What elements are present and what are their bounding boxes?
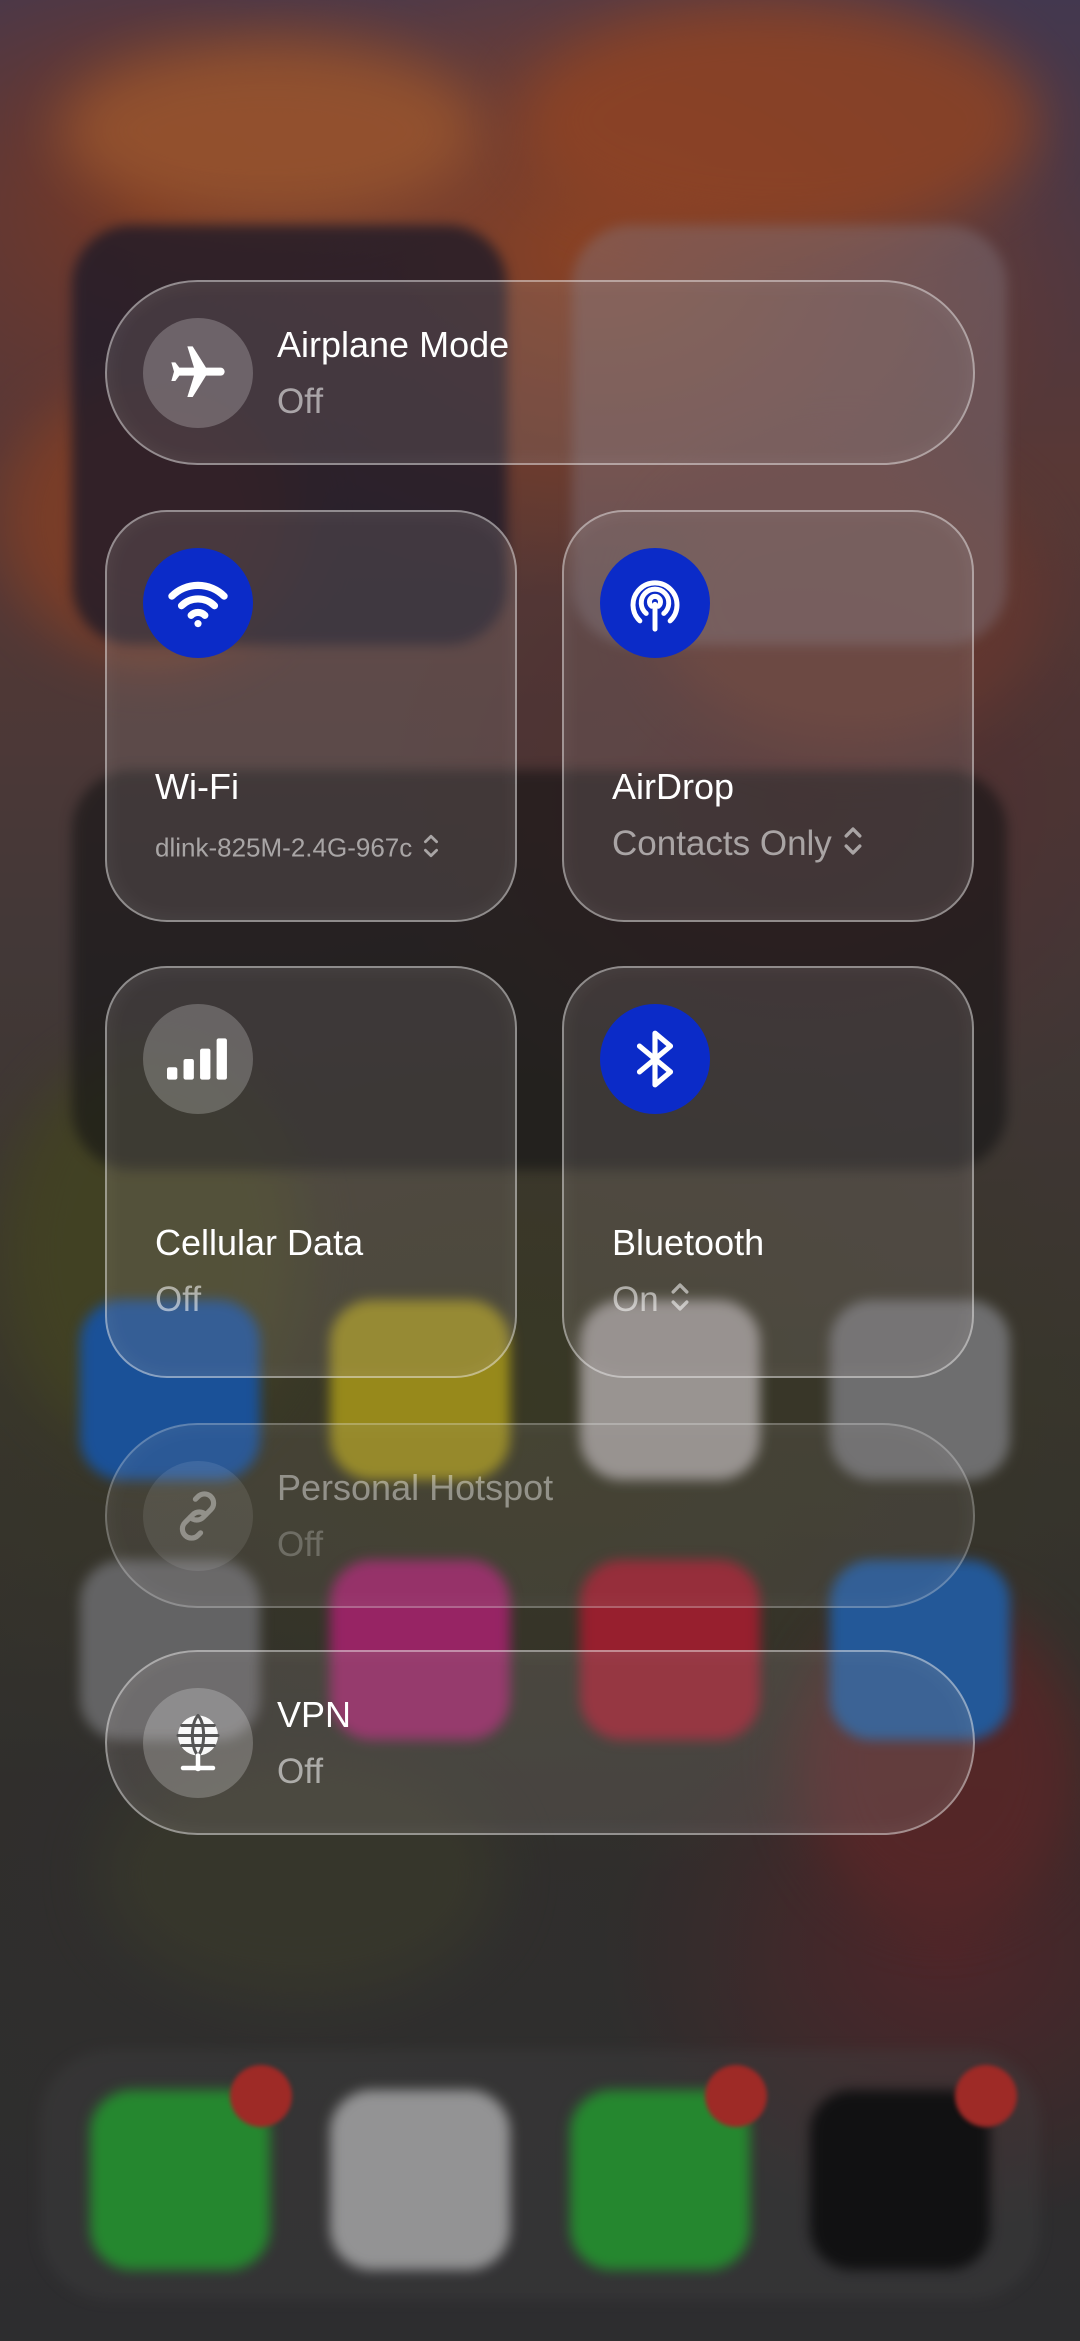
chevron-up-down-icon: [842, 824, 864, 867]
airdrop-icon: [600, 548, 710, 658]
airplane-mode-toggle[interactable]: Airplane Mode Off: [105, 280, 975, 465]
cellular-data-tile[interactable]: Cellular Data Off: [105, 966, 517, 1378]
hotspot-link-icon: [143, 1461, 253, 1571]
airplane-mode-status: Off: [277, 382, 324, 421]
airplane-icon: [143, 318, 253, 428]
cellular-data-title: Cellular Data: [155, 1222, 364, 1263]
airdrop-status-selector[interactable]: Contacts Only: [612, 824, 864, 867]
personal-hotspot-title: Personal Hotspot: [277, 1467, 554, 1508]
personal-hotspot-status: Off: [277, 1525, 324, 1564]
airdrop-tile[interactable]: AirDrop Contacts Only: [562, 510, 974, 922]
airplane-mode-title: Airplane Mode: [277, 324, 510, 365]
airdrop-status: Contacts Only: [612, 824, 832, 863]
bluetooth-status: On: [612, 1280, 659, 1319]
wifi-icon: [143, 548, 253, 658]
chevron-up-down-icon: [422, 832, 440, 867]
wifi-title: Wi-Fi: [155, 766, 239, 807]
bluetooth-title: Bluetooth: [612, 1222, 765, 1263]
bluetooth-status-selector[interactable]: On: [612, 1280, 691, 1323]
chevron-up-down-icon: [669, 1280, 691, 1323]
wifi-tile[interactable]: Wi-Fi dlink-825M-2.4G-967c: [105, 510, 517, 922]
bluetooth-icon: [600, 1004, 710, 1114]
bluetooth-tile[interactable]: Bluetooth On: [562, 966, 974, 1378]
vpn-status: Off: [277, 1752, 324, 1791]
cellular-signal-icon: [143, 1004, 253, 1114]
wifi-network-selector[interactable]: dlink-825M-2.4G-967c: [155, 832, 440, 867]
vpn-globe-icon: [143, 1688, 253, 1798]
personal-hotspot-toggle[interactable]: Personal Hotspot Off: [105, 1423, 975, 1608]
vpn-toggle[interactable]: VPN Off: [105, 1650, 975, 1835]
cellular-data-status: Off: [155, 1280, 202, 1319]
wifi-network-name: dlink-825M-2.4G-967c: [155, 832, 413, 863]
vpn-title: VPN: [277, 1694, 352, 1735]
airdrop-title: AirDrop: [612, 766, 735, 807]
